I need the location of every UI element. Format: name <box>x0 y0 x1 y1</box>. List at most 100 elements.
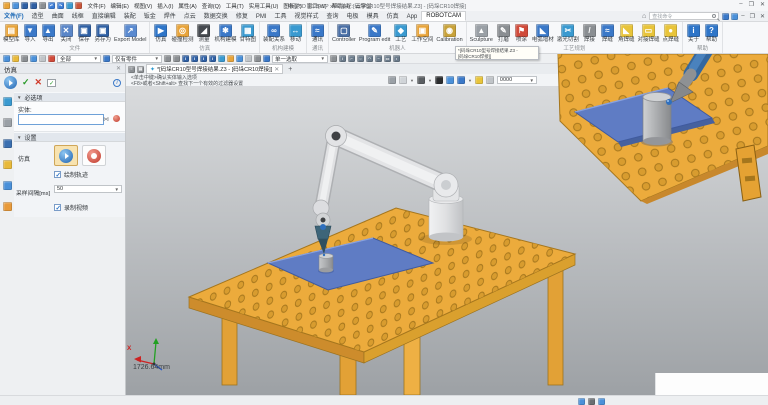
ok-button[interactable]: ✓ <box>22 77 30 88</box>
polyline-tool-icon[interactable]: ⌐ <box>348 55 355 62</box>
ribbon-tab-曲面[interactable]: 曲面 <box>48 10 68 21</box>
ribbon-tab-焊件[interactable]: 焊件 <box>160 10 180 21</box>
ribbon-button[interactable]: ◉Calibration <box>435 23 463 44</box>
menu-item[interactable]: 插入(I) <box>155 2 176 10</box>
spline-tool-icon[interactable]: ~ <box>375 55 382 62</box>
ribbon-tab-钣金[interactable]: 钣金 <box>140 10 160 21</box>
play-simulation-button[interactable] <box>54 145 78 166</box>
frame-view-icon[interactable] <box>388 76 396 84</box>
ibeam-icon[interactable]: I <box>200 55 207 62</box>
display-status-icon[interactable] <box>588 398 595 405</box>
list-icon[interactable] <box>164 55 171 62</box>
ribbon-button[interactable]: ▲Sculpture <box>469 23 494 44</box>
tab-list-icon[interactable]: ≡ <box>128 66 135 73</box>
visual-manager-icon[interactable] <box>3 202 12 211</box>
save-all-icon[interactable] <box>30 2 37 9</box>
new-file-icon[interactable] <box>3 2 10 9</box>
arc-tool-icon[interactable]: ◠ <box>366 55 373 62</box>
clock-icon[interactable] <box>245 55 252 62</box>
inset-3d-viewport[interactable] <box>533 54 768 204</box>
target-icon[interactable] <box>263 55 270 62</box>
record-video-checkbox[interactable] <box>54 204 61 211</box>
ribbon-button[interactable]: ▶仿真 <box>152 23 169 44</box>
view-spin-combo[interactable]: 0000▼ <box>497 76 537 84</box>
ribbon-button[interactable]: ◆工艺 <box>392 23 409 44</box>
save-icon[interactable] <box>21 2 28 9</box>
ribbon-button[interactable]: ◣电弧增材 <box>531 23 555 44</box>
ribbon-button[interactable]: /焊接 <box>581 23 598 44</box>
search-command-box[interactable]: 查找命令 <box>649 12 719 20</box>
maximize-icon[interactable]: ❐ <box>750 13 755 20</box>
ribbon-button[interactable]: ▭对接焊缝 <box>636 23 660 44</box>
menu-item[interactable]: 查询(Q) <box>199 2 223 10</box>
close-icon[interactable]: ✕ <box>760 13 765 20</box>
view-cube-icon[interactable] <box>457 76 465 84</box>
ribbon-button[interactable]: ↗Export Model <box>113 23 147 44</box>
paint-icon[interactable] <box>218 55 225 62</box>
undo-icon[interactable]: ↶ <box>48 2 55 9</box>
clipboard-icon[interactable] <box>3 55 10 62</box>
ribbon-button[interactable]: ◣角焊缝 <box>617 23 636 44</box>
ribbon-button[interactable]: ≈通讯 <box>309 23 326 44</box>
list-status-icon[interactable] <box>598 398 605 405</box>
rect-tool-icon[interactable]: ▭ <box>384 55 391 62</box>
pin-icon[interactable] <box>254 55 261 62</box>
section-required[interactable]: ▼ 必选项 <box>14 92 125 102</box>
chevron-down-icon[interactable]: ▼ <box>468 78 472 83</box>
ribbon-tab-线框[interactable]: 线框 <box>68 10 88 21</box>
ribbon-button[interactable]: ?帮助 <box>703 23 720 44</box>
print-icon[interactable] <box>39 2 46 9</box>
ribbon-tab-App[interactable]: App <box>403 13 422 21</box>
ribbon-button[interactable]: ▤模型库 <box>2 23 21 44</box>
ribbon-tab-仿真[interactable]: 仿真 <box>383 10 403 21</box>
ribbon-tab-ROBOTCAM[interactable]: ROBOTCAM <box>421 11 466 21</box>
entity-input[interactable] <box>18 114 104 125</box>
ribbon-button[interactable]: ▣保存 <box>76 23 93 44</box>
ribbon-button[interactable]: ✱机构建模 <box>213 23 237 44</box>
grid-display-icon[interactable] <box>30 55 37 62</box>
ribbon-button[interactable]: ◎碰撞检测 <box>170 23 194 44</box>
ribbon-tab-工具[interactable]: 工具 <box>271 10 291 21</box>
menu-item[interactable]: 编辑(E) <box>108 2 131 10</box>
close-icon[interactable]: ✕ <box>760 1 765 8</box>
sort-icon[interactable] <box>173 55 180 62</box>
chevron-down-icon[interactable]: ▼ <box>410 78 414 83</box>
account-icon[interactable] <box>731 13 738 20</box>
document-tab[interactable]: ✦ *[码垛CR10型号焊接结果.Z3 - [码垛CR10焊接]] ✕ <box>146 64 283 74</box>
ribbon-button[interactable]: ▢Controller <box>331 23 357 44</box>
ribbon-button[interactable]: ▲导出 <box>40 23 57 44</box>
regen-icon[interactable] <box>66 2 73 9</box>
ribbon-button[interactable]: ↔移动 <box>287 23 304 44</box>
ribbon-button[interactable]: ≈焊缝 <box>599 23 616 44</box>
section-settings[interactable]: ▼ 设置 <box>14 132 125 142</box>
ribbon-button[interactable]: ∞装配关系 <box>262 23 286 44</box>
apply-button[interactable] <box>47 79 56 87</box>
assembly-manager-icon[interactable] <box>3 118 12 127</box>
open-icon[interactable] <box>12 2 19 9</box>
circle-display-icon[interactable] <box>39 55 46 62</box>
grid-status-icon[interactable] <box>578 398 585 405</box>
window-view-icon[interactable] <box>446 76 454 84</box>
circle-select-icon[interactable] <box>486 76 494 84</box>
palette-icon[interactable] <box>227 55 234 62</box>
menu-item[interactable]: 实用工具(U) <box>246 2 281 10</box>
section-view-icon[interactable] <box>399 76 407 84</box>
new-tab-button[interactable]: + <box>285 66 295 73</box>
ribbon-tab-PMI[interactable]: PMI <box>252 13 271 21</box>
draw-trajectory-checkbox[interactable] <box>54 171 61 178</box>
minimize-icon[interactable]: ‒ <box>741 13 744 20</box>
ribbon-button[interactable]: ▣工作空间 <box>410 23 434 44</box>
ibeam-icon[interactable]: I <box>191 55 198 62</box>
menu-item[interactable]: 属性(A) <box>176 2 199 10</box>
filter-combo[interactable]: 全部▼ <box>57 55 101 63</box>
cancel-button[interactable]: ✕ <box>35 77 43 88</box>
entity-filter-combo[interactable]: 仅有零件▼ <box>112 55 162 63</box>
options-icon[interactable] <box>75 2 82 9</box>
maximize-icon[interactable]: ❐ <box>749 1 754 8</box>
entity-filter-icon[interactable]: ⋈ <box>103 116 109 123</box>
ibeam-icon[interactable]: I <box>182 55 189 62</box>
line-tool-icon[interactable]: / <box>339 55 346 62</box>
ribbon-button[interactable]: ▣另存为 <box>94 23 113 44</box>
chevron-down-icon[interactable]: ▼ <box>428 78 432 83</box>
ribbon-tab-文件(F)[interactable]: 文件(F) <box>0 10 28 21</box>
